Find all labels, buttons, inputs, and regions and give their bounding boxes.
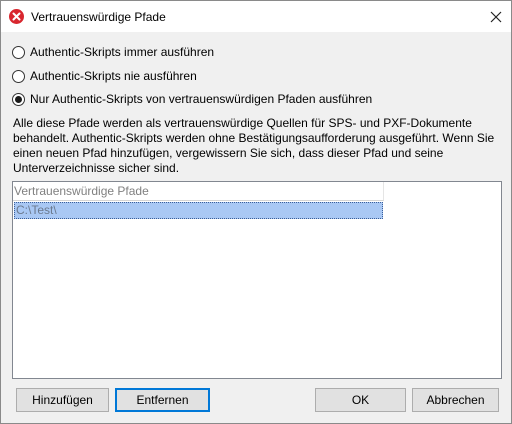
trusted-paths-list[interactable]: Vertrauenswürdige Pfade C:\Test\ — [12, 181, 502, 379]
description-line: behandelt. Authentic-Skripts werden ohne… — [13, 131, 495, 145]
radio-button-selected[interactable] — [12, 92, 25, 106]
radio-label: Nur Authentic-Skripts von vertrauenswürd… — [30, 92, 373, 106]
radio-never-run[interactable]: Authentic-Skripts nie ausführen — [12, 68, 197, 84]
close-icon[interactable] — [480, 1, 511, 32]
radio-label: Authentic-Skripts immer ausführen — [30, 45, 215, 59]
app-logo-icon — [9, 9, 24, 24]
title-bar: Vertrauenswürdige Pfade — [1, 1, 511, 32]
ok-button[interactable]: OK — [315, 388, 406, 412]
radio-trusted-only[interactable]: Nur Authentic-Skripts von vertrauenswürd… — [12, 91, 372, 107]
radio-button[interactable] — [12, 69, 25, 83]
cancel-button[interactable]: Abbrechen — [412, 388, 499, 412]
radio-button[interactable] — [12, 45, 25, 59]
column-header-trusted-paths[interactable]: Vertrauenswürdige Pfade — [13, 182, 384, 201]
radio-always-run[interactable]: Authentic-Skripts immer ausführen — [12, 44, 214, 60]
radio-label: Authentic-Skripts nie ausführen — [30, 69, 197, 83]
dialog-window: Vertrauenswürdige Pfade Authentic-Skript… — [0, 0, 512, 424]
remove-button[interactable]: Entfernen — [115, 388, 210, 412]
description-line: Unterverzeichnisse sicher sind. — [13, 161, 180, 175]
description-line: einen neuen Pfad hinzufügen, vergewisser… — [13, 146, 444, 160]
window-title: Vertrauenswürdige Pfade — [31, 10, 166, 24]
list-item-path[interactable]: C:\Test\ — [14, 202, 383, 219]
description-text: Alle diese Pfade werden als vertrauenswü… — [13, 116, 505, 176]
add-button[interactable]: Hinzufügen — [16, 388, 109, 412]
description-line: Alle diese Pfade werden als vertrauenswü… — [13, 116, 472, 130]
